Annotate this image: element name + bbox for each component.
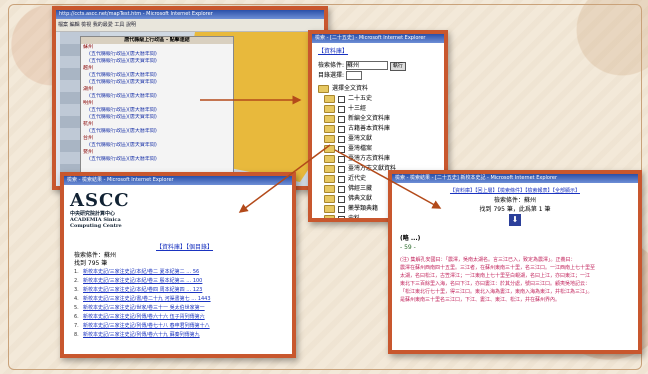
arrow-search-to-results xyxy=(238,144,331,213)
connector-arrows xyxy=(200,95,442,213)
arrow-search-to-document xyxy=(334,149,442,209)
